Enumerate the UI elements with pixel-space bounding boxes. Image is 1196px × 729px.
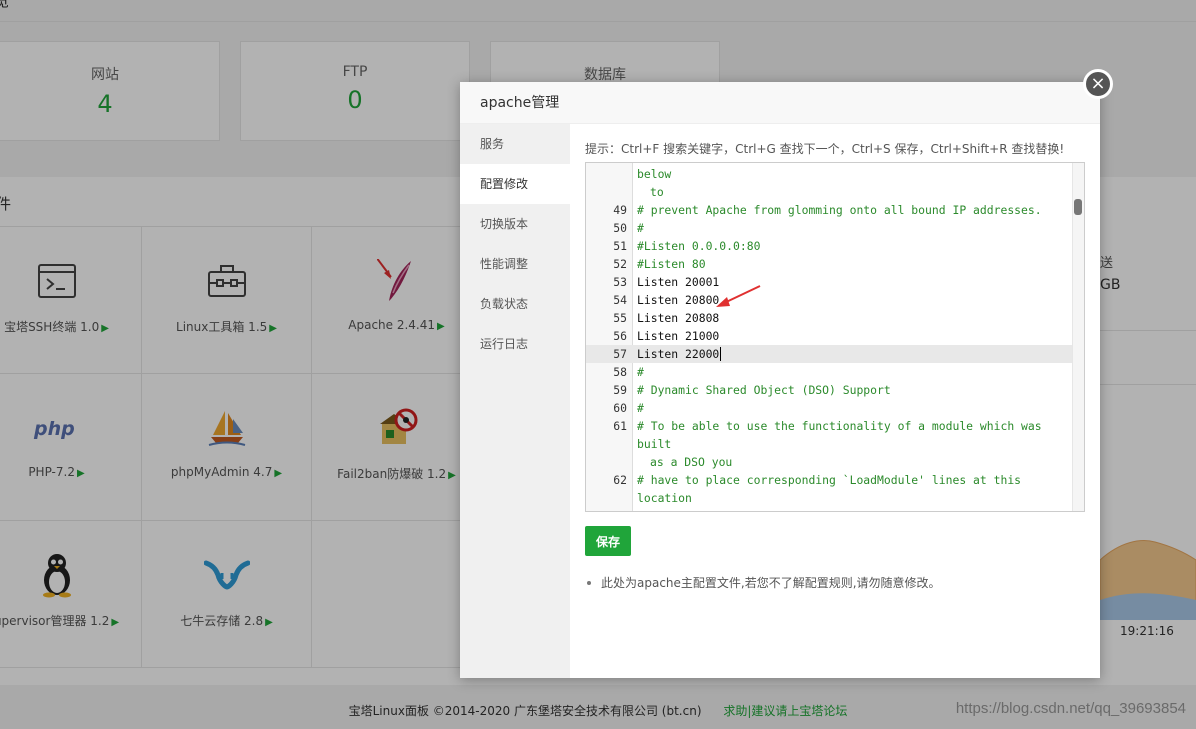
line-text-main: # prevent Apache from glomming onto all …: [637, 203, 1042, 217]
line-text[interactable]: Listen 21000: [637, 327, 1074, 345]
line-text-main: Listen 22000: [637, 347, 720, 361]
line-text[interactable]: Listen 20800: [637, 291, 1074, 309]
line-text-main: # Change this to Listen on specific IP a…: [637, 167, 672, 181]
sidebar-item-performance[interactable]: 性能调整: [460, 244, 570, 284]
editor-line[interactable]: 53 Listen 20001: [586, 273, 1074, 291]
line-text-main: #: [637, 221, 644, 235]
line-number: 62: [613, 473, 627, 487]
line-text-wrapped: to: [650, 185, 664, 199]
line-text-wrapped: so the: [637, 507, 1066, 511]
sidebar-item-config[interactable]: 配置修改: [460, 164, 570, 204]
line-text[interactable]: # Change this to Listen on specific IP a…: [637, 163, 1074, 201]
line-text[interactable]: #Listen 80: [637, 255, 1074, 273]
line-text-main: # Dynamic Shared Object (DSO) Support: [637, 383, 891, 397]
editor-line[interactable]: 49 # prevent Apache from glomming onto al…: [586, 201, 1074, 219]
line-text-main: #Listen 80: [637, 257, 706, 271]
line-number: 54: [613, 293, 627, 307]
line-text-main: #Listen 0.0.0.0:80: [637, 239, 761, 253]
line-number: 51: [613, 239, 627, 253]
line-text-main: Listen 21000: [637, 329, 720, 343]
text-cursor: [720, 347, 722, 361]
line-text-main: Listen 20800: [637, 293, 720, 307]
close-icon[interactable]: ×: [1083, 69, 1113, 99]
editor-line[interactable]: 50 #: [586, 219, 1074, 237]
line-number: 55: [613, 311, 627, 325]
line-number: 50: [613, 221, 627, 235]
config-note: 此处为apache主配置文件,若您不了解配置规则,请勿随意修改。: [585, 574, 941, 591]
editor-line[interactable]: 52 #Listen 80: [586, 255, 1074, 273]
scrollbar-thumb[interactable]: [1074, 199, 1082, 215]
line-text[interactable]: Listen 22000: [637, 345, 1074, 363]
line-text-main: Listen 20001: [637, 275, 720, 289]
line-text[interactable]: #: [637, 363, 1074, 381]
editor-line[interactable]: 57 Listen 22000: [586, 345, 1074, 363]
line-text-wrapped: as a DSO you: [650, 455, 733, 469]
editor-line[interactable]: 61 # To be able to use the functionality …: [586, 417, 1074, 471]
line-text[interactable]: # Dynamic Shared Object (DSO) Support: [637, 381, 1074, 399]
line-text-main: # To be able to use the functionality of…: [637, 419, 1049, 451]
line-number: 60: [613, 401, 627, 415]
editor-line[interactable]: 62 # have to place corresponding `LoadMod…: [586, 471, 1074, 511]
editor-line[interactable]: 54 Listen 20800: [586, 291, 1074, 309]
sidebar-item-load-status[interactable]: 负载状态: [460, 284, 570, 324]
editor-lines[interactable]: 48 # Change this to Listen on specific IP…: [586, 163, 1074, 511]
line-number: 48: [586, 163, 627, 165]
save-button[interactable]: 保存: [585, 526, 631, 556]
sidebar-item-switch-version[interactable]: 切换版本: [460, 204, 570, 244]
annotation-arrow-icon: [716, 285, 761, 307]
line-text[interactable]: Listen 20808: [637, 309, 1074, 327]
sidebar-item-logs[interactable]: 运行日志: [460, 324, 570, 364]
editor-line[interactable]: 59 # Dynamic Shared Object (DSO) Support: [586, 381, 1074, 399]
line-text-main: #: [637, 365, 644, 379]
line-text[interactable]: # have to place corresponding `LoadModul…: [637, 471, 1074, 511]
line-text-main: # have to place corresponding `LoadModul…: [637, 473, 1028, 505]
bullet-icon: [587, 581, 591, 585]
line-number: 57: [613, 347, 627, 361]
line-number: 59: [613, 383, 627, 397]
sidebar-item-service[interactable]: 服务: [460, 124, 570, 164]
line-text[interactable]: Listen 20001: [637, 273, 1074, 291]
line-number: 58: [613, 365, 627, 379]
line-text[interactable]: # To be able to use the functionality of…: [637, 417, 1074, 471]
line-text[interactable]: # prevent Apache from glomming onto all …: [637, 201, 1074, 219]
editor-line[interactable]: 55 Listen 20808: [586, 309, 1074, 327]
editor-line[interactable]: 56 Listen 21000: [586, 327, 1074, 345]
line-number: 56: [613, 329, 627, 343]
editor-line[interactable]: 51 #Listen 0.0.0.0:80: [586, 237, 1074, 255]
line-number: 53: [613, 275, 627, 289]
editor-line[interactable]: 58 #: [586, 363, 1074, 381]
line-text-main: Listen 20808: [637, 311, 720, 325]
editor-line[interactable]: 48 # Change this to Listen on specific IP…: [586, 163, 1074, 201]
line-text[interactable]: #: [637, 399, 1074, 417]
config-content: 提示：Ctrl+F 搜索关键字，Ctrl+G 查找下一个，Ctrl+S 保存，C…: [585, 124, 1090, 590]
line-number: 61: [613, 419, 627, 433]
shortcut-hint: 提示：Ctrl+F 搜索关键字，Ctrl+G 查找下一个，Ctrl+S 保存，C…: [585, 142, 1065, 156]
editor-scrollbar[interactable]: [1072, 163, 1084, 511]
line-number: 52: [613, 257, 627, 271]
line-number: 49: [613, 203, 627, 217]
line-text-main: #: [637, 401, 644, 415]
dialog-title: apache管理: [460, 82, 1100, 124]
line-text[interactable]: #Listen 0.0.0.0:80: [637, 237, 1074, 255]
dialog-sidebar: 服务 配置修改 切换版本 性能调整 负载状态 运行日志: [460, 124, 570, 678]
editor-line[interactable]: 60 #: [586, 399, 1074, 417]
apache-manager-dialog: apache管理 服务 配置修改 切换版本 性能调整 负载状态 运行日志 提示：…: [460, 82, 1100, 678]
config-note-text: 此处为apache主配置文件,若您不了解配置规则,请勿随意修改。: [601, 576, 941, 590]
line-text[interactable]: #: [637, 219, 1074, 237]
config-editor[interactable]: 48 # Change this to Listen on specific IP…: [585, 162, 1085, 512]
